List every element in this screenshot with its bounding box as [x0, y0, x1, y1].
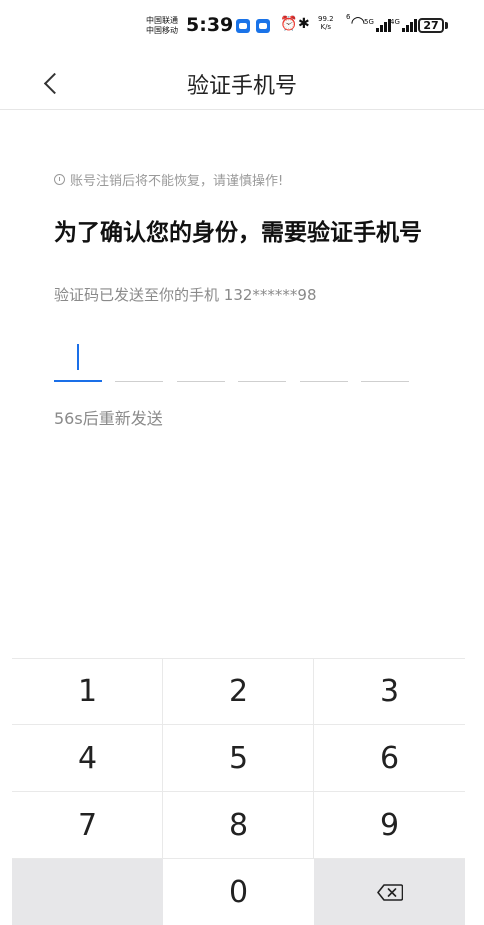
verification-code-input[interactable]: [54, 340, 410, 382]
backspace-icon: [376, 883, 403, 901]
code-slot[interactable]: [300, 340, 348, 382]
alarm-icon: ⏰: [280, 16, 298, 32]
carrier-1: 中国联通: [146, 16, 178, 25]
headline: 为了确认您的身份，需要验证手机号: [54, 220, 422, 246]
key-4[interactable]: 4: [12, 725, 163, 791]
text-cursor: [77, 344, 79, 370]
code-slot[interactable]: [361, 340, 409, 382]
battery-tip: [445, 22, 448, 29]
key-6[interactable]: 6: [314, 725, 465, 791]
warning-text: 账号注销后将不能恢复，请谨慎操作!: [70, 174, 284, 189]
carrier-2: 中国移动: [146, 26, 178, 35]
app-notification-icon: [256, 19, 270, 33]
warning-notice: 账号注销后将不能恢复，请谨慎操作!: [54, 170, 283, 189]
key-8[interactable]: 8: [163, 792, 314, 858]
page-title: 验证手机号: [186, 74, 297, 99]
key-1[interactable]: 1: [12, 658, 163, 724]
numeric-keypad: 1 2 3 4 5 6 7 8 9 0: [12, 658, 465, 925]
carrier-labels: 中国联通 中国移动: [146, 16, 178, 36]
key-2[interactable]: 2: [163, 658, 314, 724]
code-sent-message: 验证码已发送至你的手机 132******98: [54, 286, 317, 304]
code-slot[interactable]: [238, 340, 286, 382]
info-icon: [54, 174, 65, 185]
app-notification-icon: [236, 19, 250, 33]
battery-level: 27: [423, 19, 439, 32]
signal-4g-icon: 4G: [390, 18, 417, 32]
key-blank: [12, 859, 163, 925]
bluetooth-icon: ✱: [298, 16, 310, 32]
code-slot[interactable]: [115, 340, 163, 382]
resend-countdown: 56s后重新发送: [54, 409, 163, 428]
code-slot[interactable]: [54, 340, 102, 382]
status-time: 5:39: [186, 14, 234, 36]
key-3[interactable]: 3: [314, 658, 465, 724]
code-slot[interactable]: [177, 340, 225, 382]
battery-icon: 27: [418, 18, 444, 33]
signal-5g-icon: 5G: [364, 18, 391, 32]
delete-key[interactable]: [314, 859, 465, 925]
key-9[interactable]: 9: [314, 792, 465, 858]
key-7[interactable]: 7: [12, 792, 163, 858]
wifi-icon: 6◠: [346, 13, 366, 33]
key-0[interactable]: 0: [163, 859, 314, 925]
key-5[interactable]: 5: [163, 725, 314, 791]
nav-header: 验证手机号: [0, 56, 484, 110]
status-bar: 中国联通 中国移动 5:39 ⏰ ✱ 99.2 K/s 6◠ 5G 4G 27: [0, 0, 484, 56]
network-speed: 99.2 K/s: [318, 15, 334, 31]
